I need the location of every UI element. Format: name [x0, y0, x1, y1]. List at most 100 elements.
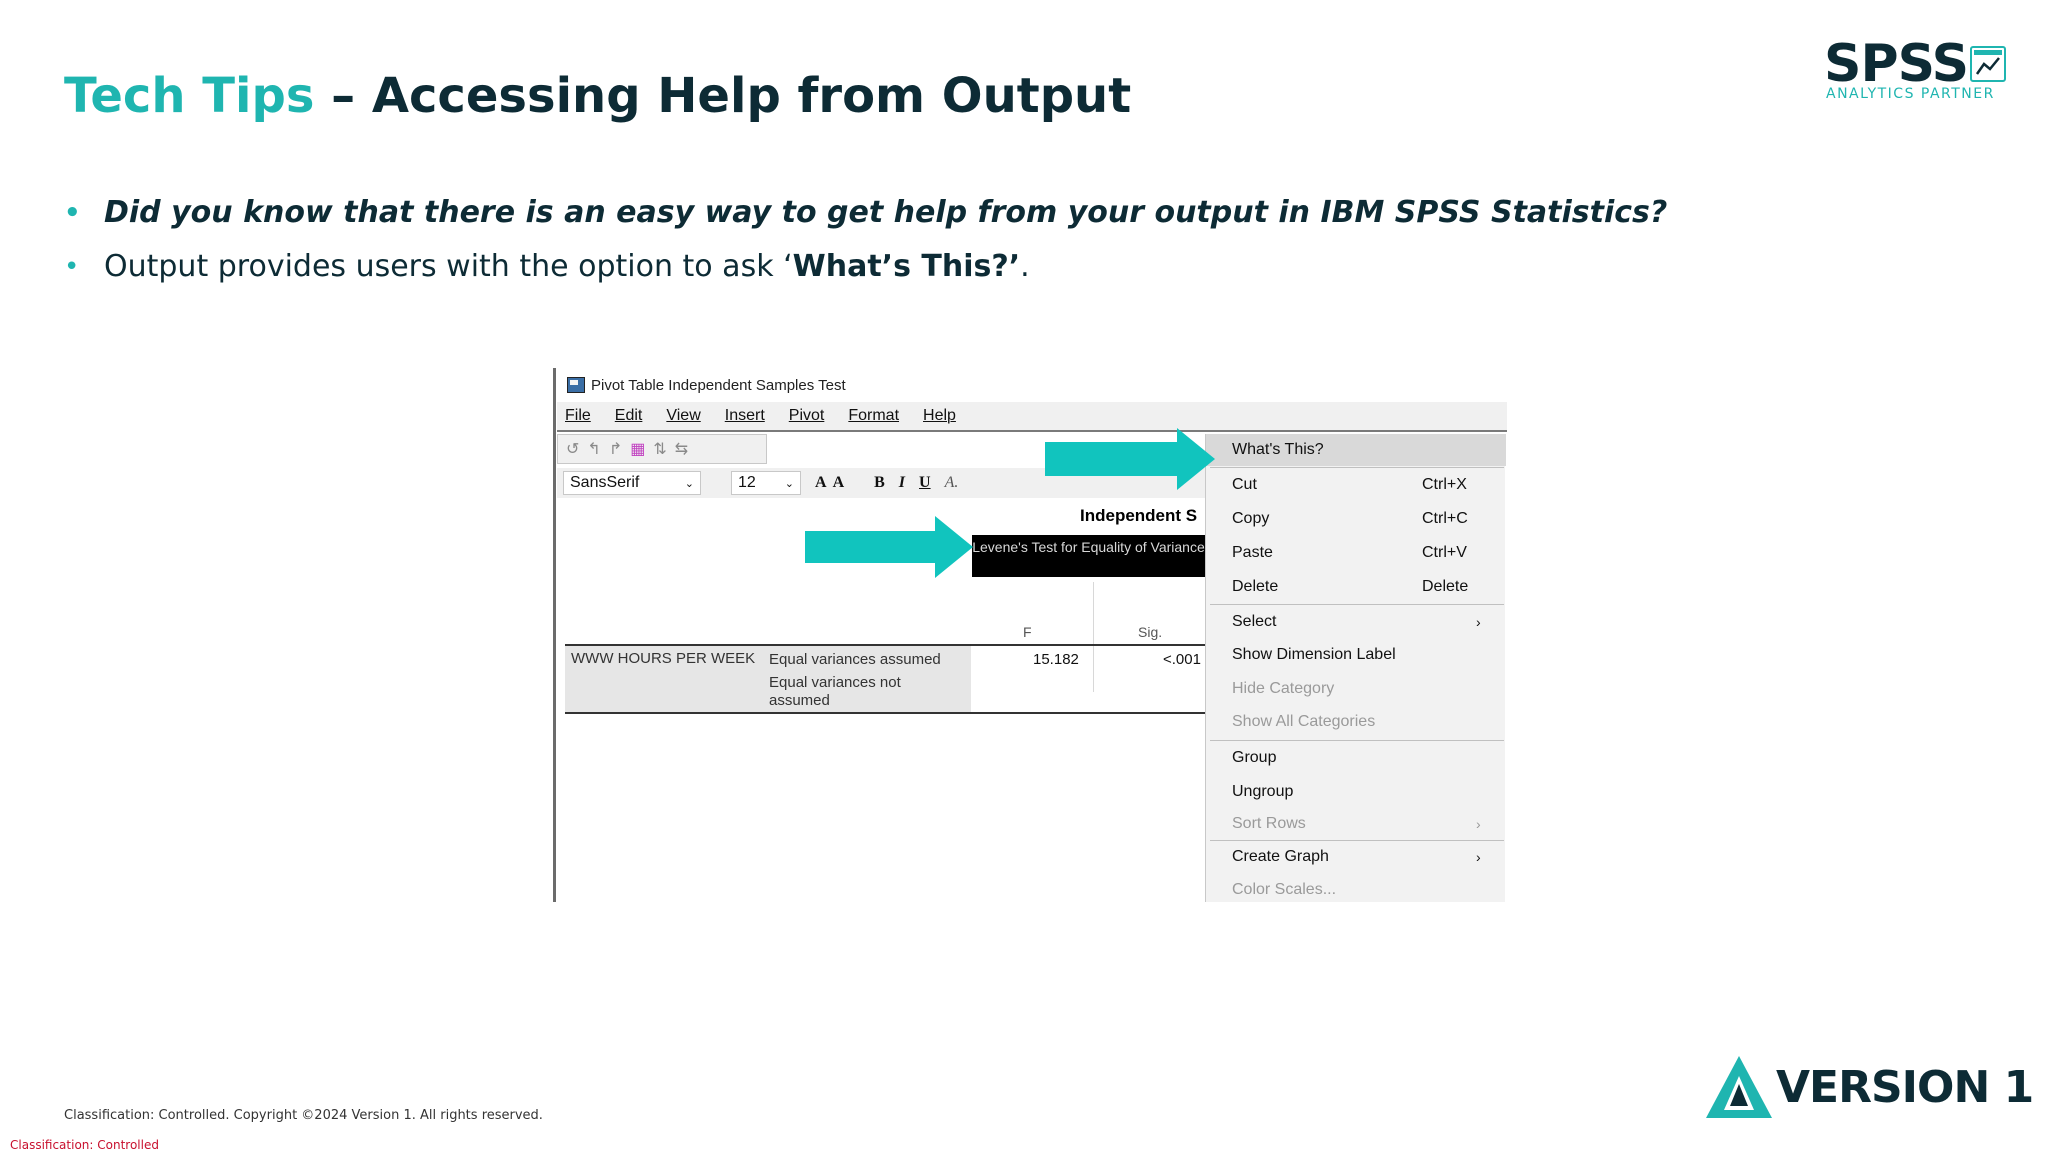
menu-item-select[interactable]: Select ›: [1206, 606, 1506, 638]
levene-header-cell[interactable]: Levene's Test for Equality of Variances: [972, 535, 1212, 577]
menu-item-show-dimension-label[interactable]: Show Dimension Label: [1206, 639, 1506, 671]
decrease-font-icon[interactable]: A: [833, 474, 845, 492]
menu-item-label: Paste: [1232, 544, 1273, 561]
menu-item-shortcut: Ctrl+X: [1422, 476, 1467, 493]
italic-button[interactable]: I: [899, 474, 905, 492]
pivoting-trays-icon[interactable]: ▦: [630, 439, 645, 459]
arrow-to-whats-this-icon: [1045, 428, 1215, 490]
table-title: Independent S: [1080, 506, 1198, 525]
row-equal-assumed-label: Equal variances assumed: [769, 651, 941, 668]
column-sig-header: Sig.: [1138, 624, 1163, 640]
menu-item-label: Color Scales...: [1232, 881, 1337, 898]
menu-item-color-scales: Color Scales...: [1206, 874, 1506, 902]
menu-item-label: Ungroup: [1232, 783, 1294, 800]
version1-wordmark: VERSION 1: [1776, 1062, 2034, 1113]
chevron-down-icon: ⌄: [784, 477, 794, 490]
menu-item-group[interactable]: Group: [1206, 742, 1506, 774]
menu-file[interactable]: File: [565, 407, 591, 425]
copyright-footer: Classification: Controlled. Copyright ©2…: [64, 1108, 543, 1123]
text-color-button[interactable]: A.: [945, 474, 959, 492]
menu-item-cut[interactable]: Cut Ctrl+X: [1206, 469, 1506, 501]
row-variable-label: WWW HOURS PER WEEK: [571, 650, 756, 667]
slide-title: Tech Tips – Accessing Help from Output: [64, 68, 1131, 124]
window-border: [553, 368, 556, 902]
table-rule-bottom: [565, 712, 1215, 714]
swap-cols-icon[interactable]: ⇆: [675, 439, 688, 459]
swap-rows-icon[interactable]: ⇅: [653, 439, 666, 459]
menu-item-ungroup[interactable]: Ungroup: [1206, 776, 1506, 808]
menu-item-label: Hide Category: [1232, 680, 1335, 697]
menu-item-sort-rows: Sort Rows ›: [1206, 808, 1506, 840]
version1-logo: VERSION 1: [1704, 1054, 2034, 1120]
menu-view[interactable]: View: [666, 407, 700, 425]
pivot-left-icon[interactable]: ↰: [587, 439, 600, 459]
chevron-right-icon: ›: [1476, 614, 1481, 630]
f-value-cell: 15.182: [1033, 651, 1079, 668]
menu-item-shortcut: Ctrl+C: [1422, 510, 1468, 527]
bullet-dot-icon: •: [64, 198, 81, 228]
chevron-down-icon: ⌄: [684, 477, 694, 490]
menu-separator: [1210, 604, 1504, 605]
row-equal-not-assumed-label: Equal variances not assumed: [769, 674, 901, 709]
menu-item-shortcut: Ctrl+V: [1422, 544, 1467, 561]
bullet-question-text: Did you know that there is an easy way t…: [104, 195, 1668, 230]
menu-pivot[interactable]: Pivot: [789, 407, 825, 425]
chart-badge-icon: [1970, 46, 2006, 82]
menu-item-label: Delete: [1232, 578, 1279, 595]
pivot-right-icon[interactable]: ↱: [609, 439, 622, 459]
version1-triangle-icon: [1706, 1056, 1772, 1118]
arrow-to-levene-header-icon: [805, 516, 973, 578]
window-app-icon: [567, 377, 585, 393]
menu-insert[interactable]: Insert: [725, 407, 765, 425]
menu-item-label: Select: [1232, 613, 1277, 630]
title-rest: – Accessing Help from Output: [314, 68, 1132, 124]
font-size-select[interactable]: 12 ⌄: [731, 471, 801, 495]
pivot-table-screenshot: Pivot Table Independent Samples Test Fil…: [553, 368, 1511, 902]
menu-item-whats-this[interactable]: What's This?: [1206, 434, 1506, 466]
menu-item-label: Cut: [1232, 476, 1257, 493]
context-menu: What's This? Cut Ctrl+X Copy Ctrl+C Past…: [1205, 434, 1506, 902]
menu-item-label: What's This?: [1232, 441, 1324, 458]
undo-icon[interactable]: ↺: [566, 439, 579, 459]
title-accent: Tech Tips: [64, 68, 315, 124]
window-title: Pivot Table Independent Samples Test: [591, 376, 846, 394]
pivot-toolbar: ↺ ↰ ↱ ▦ ⇅ ⇆: [557, 434, 767, 464]
sig-value-cell: <.001: [1163, 651, 1201, 668]
classification-label: Classification: Controlled: [10, 1138, 159, 1152]
column-divider: [1093, 582, 1094, 692]
bullet-text-post: .: [1020, 249, 1030, 284]
bullet-list: • Did you know that there is an easy way…: [64, 186, 1667, 294]
bullet-question: • Did you know that there is an easy way…: [64, 186, 1667, 240]
chevron-right-icon: ›: [1476, 816, 1481, 832]
menu-item-paste[interactable]: Paste Ctrl+V: [1206, 537, 1506, 569]
menu-edit[interactable]: Edit: [615, 407, 643, 425]
font-family-select[interactable]: SansSerif ⌄: [563, 471, 701, 495]
window-titlebar: Pivot Table Independent Samples Test: [567, 374, 846, 396]
menu-help[interactable]: Help: [923, 407, 956, 425]
chevron-right-icon: ›: [1476, 849, 1481, 865]
menu-item-hide-category: Hide Category: [1206, 673, 1506, 705]
menu-format[interactable]: Format: [848, 407, 899, 425]
menu-item-label: Sort Rows: [1232, 815, 1306, 832]
menu-item-shortcut: Delete: [1422, 578, 1469, 595]
bullet-dot-icon: •: [64, 252, 80, 282]
menu-bar: File Edit View Insert Pivot Format Help: [557, 402, 1507, 432]
bullet-text-pre: Output provides users with the option to…: [104, 249, 793, 284]
menu-item-show-all-categories: Show All Categories: [1206, 706, 1506, 738]
bullet-whats-this: • Output provides users with the option …: [64, 240, 1667, 294]
menu-item-label: Create Graph: [1232, 848, 1329, 865]
underline-button[interactable]: U: [919, 474, 931, 492]
spss-logo-subtitle: ANALYTICS PARTNER: [1826, 86, 1995, 102]
menu-item-copy[interactable]: Copy Ctrl+C: [1206, 503, 1506, 535]
menu-separator: [1210, 740, 1504, 741]
spss-logo: SPSS ANALYTICS PARTNER: [1824, 38, 2008, 104]
menu-item-delete[interactable]: Delete Delete: [1206, 571, 1506, 603]
menu-item-create-graph[interactable]: Create Graph ›: [1206, 841, 1506, 873]
increase-font-icon[interactable]: A: [815, 474, 827, 492]
bold-button[interactable]: B: [874, 474, 885, 492]
menu-item-label: Show All Categories: [1232, 713, 1376, 730]
menu-item-label: Show Dimension Label: [1232, 646, 1396, 663]
column-f-header: F: [1023, 624, 1032, 640]
bullet-text-bold: What’s This?’: [792, 249, 1021, 284]
font-size-value: 12: [738, 474, 756, 491]
